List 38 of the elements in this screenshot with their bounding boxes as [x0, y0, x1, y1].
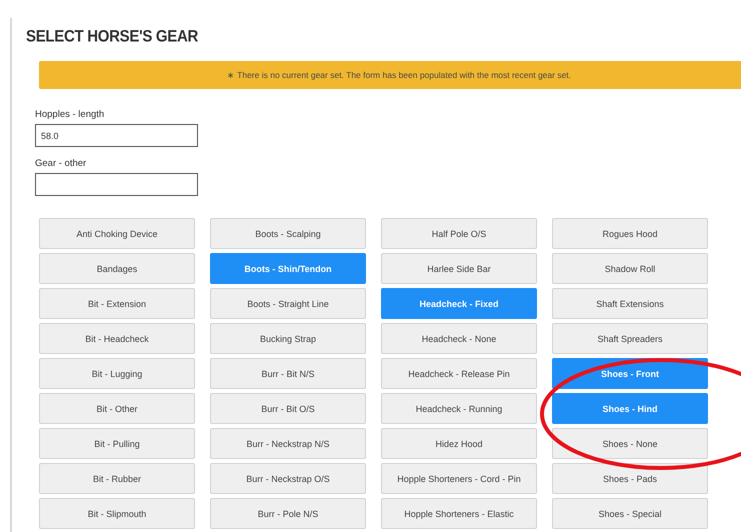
gear-toggle-button[interactable]: Burr - Bit O/S [210, 393, 366, 424]
gear-toggle-button[interactable]: Bit - Other [39, 393, 195, 424]
gear-toggle-button[interactable]: Harlee Side Bar [381, 253, 537, 284]
field-label: Hopples - length [35, 109, 104, 120]
gear-toggle-button[interactable]: Bandages [39, 253, 195, 284]
gear-toggle-button[interactable]: Headcheck - None [381, 323, 537, 354]
gear-toggle-button[interactable]: Burr - Neckstrap N/S [210, 428, 366, 459]
gear-toggle-button[interactable]: Shoes - None [552, 428, 708, 459]
gear-toggle-button[interactable]: Bit - Extension [39, 288, 195, 319]
gear-toggle-button[interactable]: Burr - Pole N/S [210, 498, 366, 529]
gear-toggle-button[interactable]: Hopple Shorteners - Cord - Pin [381, 463, 537, 494]
text-field[interactable]: 58.0 [35, 124, 198, 147]
gear-toggle-button[interactable]: Boots - Scalping [210, 218, 366, 249]
gear-toggle-button[interactable]: Bucking Strap [210, 323, 366, 354]
gear-toggle-button[interactable]: Burr - Bit N/S [210, 358, 366, 389]
gear-toggle-button[interactable]: Anti Choking Device [39, 218, 195, 249]
gear-toggle-button[interactable]: Bit - Slipmouth [39, 498, 195, 529]
gear-toggle-button[interactable]: Shaft Extensions [552, 288, 708, 319]
gear-toggle-button[interactable]: Hidez Hood [381, 428, 537, 459]
gear-toggle-button[interactable]: Headcheck - Running [381, 393, 537, 424]
gear-toggle-button[interactable]: Headcheck - Release Pin [381, 358, 537, 389]
gear-toggle-button[interactable]: Shadow Roll [552, 253, 708, 284]
gear-toggle-button[interactable]: Shaft Spreaders [552, 323, 708, 354]
gear-toggle-button[interactable]: Rogues Hood [552, 218, 708, 249]
text-field[interactable] [35, 173, 198, 196]
field-label: Gear - other [35, 158, 86, 169]
gear-toggle-button[interactable]: Bit - Pulling [39, 428, 195, 459]
gear-toggle-button[interactable]: Burr - Neckstrap O/S [210, 463, 366, 494]
gear-toggle-button[interactable]: Boots - Straight Line [210, 288, 366, 319]
notice-banner: ∗ There is no current gear set. The form has been populated with the most recent gear set. [39, 61, 741, 89]
gear-toggle-button[interactable]: Bit - Lugging [39, 358, 195, 389]
gear-toggle-button[interactable]: Bit - Rubber [39, 463, 195, 494]
gear-toggle-button[interactable]: Half Pole O/S [381, 218, 537, 249]
gear-toggle-button[interactable]: Shoes - Pads [552, 463, 708, 494]
page-title: SELECT HORSE'S GEAR [26, 27, 198, 46]
gear-toggle-button[interactable]: Shoes - Special [552, 498, 708, 529]
gear-toggle-button[interactable]: Bit - Headcheck [39, 323, 195, 354]
gear-toggle-button[interactable]: Hopple Shorteners - Elastic [381, 498, 537, 529]
